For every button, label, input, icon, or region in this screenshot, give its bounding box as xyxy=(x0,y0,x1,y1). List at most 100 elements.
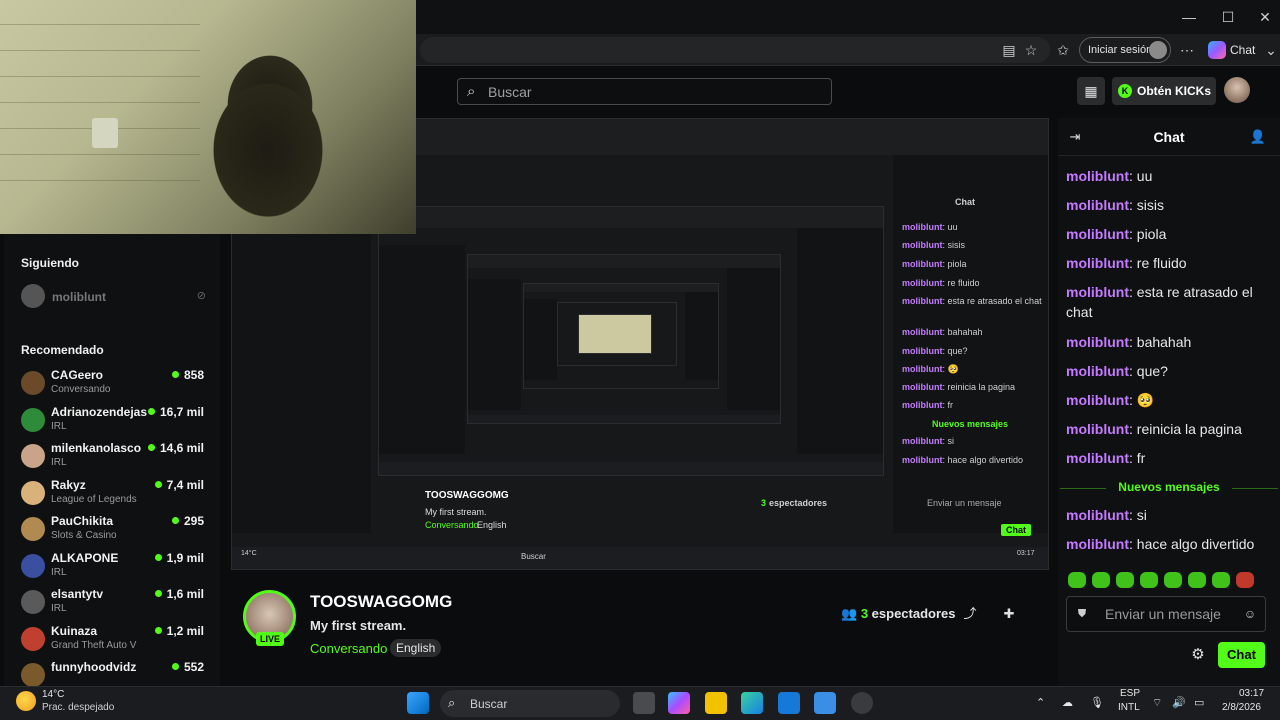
file-explorer-icon[interactable] xyxy=(705,692,727,714)
chat-username[interactable]: moliblunt xyxy=(1066,450,1129,466)
brick-line xyxy=(0,24,200,25)
chat-text: 🥺 xyxy=(1136,392,1155,408)
onedrive-icon[interactable]: ☁ xyxy=(1062,696,1073,709)
viewer-count: 1,9 mil xyxy=(154,551,204,565)
emote-icon[interactable] xyxy=(1188,572,1206,588)
edge-icon[interactable] xyxy=(741,692,763,714)
recommended-item[interactable]: Adrianozendejas IRL 16,7 mil xyxy=(21,405,211,439)
recommended-item[interactable]: Kuinaza Grand Theft Auto V 1,2 mil xyxy=(21,624,211,658)
chat-username[interactable]: moliblunt xyxy=(1066,226,1129,242)
shared-chat-username: moliblunt xyxy=(902,382,943,392)
chat-username[interactable]: moliblunt xyxy=(1066,392,1129,408)
share-icon[interactable]: ⤴ xyxy=(960,604,980,624)
task-view-icon[interactable] xyxy=(633,692,655,714)
emote-icon[interactable] xyxy=(1212,572,1230,588)
volume-icon[interactable]: 🔊 xyxy=(1172,696,1186,709)
shared-screen-taskbar xyxy=(232,546,1048,569)
outlook-icon[interactable] xyxy=(778,692,800,714)
emote-icon[interactable] xyxy=(1140,572,1158,588)
shared-chat-username: moliblunt xyxy=(902,364,943,374)
get-kicks-button[interactable]: K Obtén KICKs xyxy=(1112,77,1216,105)
battery-icon[interactable]: ▭ xyxy=(1194,696,1204,709)
start-icon[interactable] xyxy=(407,692,429,714)
chat-username[interactable]: moliblunt xyxy=(1066,197,1129,213)
channel-name[interactable]: TOOSWAGGOMG xyxy=(310,592,452,612)
favorites-icon[interactable]: ✩ xyxy=(1054,41,1072,59)
shared-chat-text: hace algo divertido xyxy=(947,455,1024,465)
chevron-up-icon[interactable]: ⌃ xyxy=(1036,696,1045,709)
shared-chat-message: moliblunt: bahahah xyxy=(902,327,983,337)
recommended-item[interactable]: ALKAPONE IRL 1,9 mil xyxy=(21,551,211,585)
stream-title: My first stream. xyxy=(310,618,407,633)
chevron-down-icon[interactable]: ⌄ xyxy=(1262,41,1280,59)
microphone-icon[interactable]: 🎙 xyxy=(1090,696,1104,709)
taskbar-search[interactable]: ⌕ Buscar xyxy=(440,690,620,717)
emote-icon[interactable] xyxy=(1092,572,1110,588)
gear-icon[interactable]: ⚙ xyxy=(1189,646,1207,664)
clock-date[interactable]: 2/8/2026 xyxy=(1222,702,1261,713)
language-tag[interactable]: English xyxy=(390,639,442,657)
channel-category: IRL xyxy=(51,457,67,468)
address-bar[interactable] xyxy=(420,37,1050,63)
copilot-button[interactable]: Chat xyxy=(1208,39,1255,61)
recommended-item[interactable]: milenkanolasco IRL 14,6 mil xyxy=(21,441,211,475)
chat-username[interactable]: moliblunt xyxy=(1066,536,1129,552)
emote-icon[interactable] xyxy=(1164,572,1182,588)
obs-icon[interactable] xyxy=(851,692,873,714)
emoji-icon[interactable]: ☺ xyxy=(1243,607,1257,621)
reader-mode-icon[interactable]: ▤ xyxy=(1000,41,1018,59)
chat-username[interactable]: moliblunt xyxy=(1066,255,1129,271)
chat-username[interactable]: moliblunt xyxy=(1066,284,1129,300)
search-input[interactable]: ⌕ Buscar xyxy=(457,78,832,105)
input-layout[interactable]: INTL xyxy=(1118,702,1140,713)
live-dot xyxy=(147,407,155,415)
signin-button[interactable]: Iniciar sesión xyxy=(1079,37,1171,63)
weather-icon[interactable] xyxy=(16,691,36,711)
recommended-item[interactable]: Rakyz League of Legends 7,4 mil xyxy=(21,478,211,512)
recommended-item[interactable]: PauChikita Slots & Casino 295 xyxy=(21,514,211,548)
chat-username[interactable]: moliblunt xyxy=(1066,421,1129,437)
send-chat-button[interactable]: Chat xyxy=(1218,642,1265,668)
avatar xyxy=(21,517,45,541)
wifi-icon[interactable]: ⌔ xyxy=(1152,696,1162,710)
input-language[interactable]: ESP xyxy=(1120,688,1140,699)
signin-label: Iniciar sesión xyxy=(1088,44,1153,56)
stream-category[interactable]: Conversando xyxy=(310,641,387,656)
shared-new-messages-label: Nuevos mensajes xyxy=(932,419,1009,429)
close-icon[interactable]: ✕ xyxy=(1250,8,1280,26)
recommended-item[interactable]: CAGeero Conversando 858 xyxy=(21,368,211,402)
live-dot xyxy=(171,663,179,670)
chat-username[interactable]: moliblunt xyxy=(1066,507,1129,523)
chat-username[interactable]: moliblunt xyxy=(1066,334,1129,350)
chat-message: moliblunt: sisis xyxy=(1066,197,1165,213)
chat-username[interactable]: moliblunt xyxy=(1066,168,1129,184)
chat-users-icon[interactable]: 👤 xyxy=(1249,128,1267,146)
chat-username[interactable]: moliblunt xyxy=(1066,363,1129,379)
chat-input[interactable]: ⛊ Enviar un mensaje ☺ xyxy=(1066,596,1266,632)
shared-screen-sidebar xyxy=(468,278,522,410)
viewer-number: 3 xyxy=(860,606,869,621)
chat-message: moliblunt: uu xyxy=(1066,168,1153,184)
avatar xyxy=(21,444,45,468)
maximize-icon[interactable]: ☐ xyxy=(1213,8,1243,26)
shared-screen-sidebar xyxy=(524,298,557,380)
follow-user-icon[interactable]: ✚ xyxy=(999,604,1019,624)
avatar xyxy=(21,553,45,578)
recommended-item[interactable]: elsantytv IRL 1,6 mil xyxy=(21,587,211,621)
channel-category: Grand Theft Auto V xyxy=(51,639,137,651)
clock-time[interactable]: 03:17 xyxy=(1239,688,1264,699)
more-options-icon[interactable]: ⋯ xyxy=(1178,41,1196,59)
divider-line xyxy=(1060,488,1106,489)
user-avatar[interactable] xyxy=(1224,77,1250,103)
copilot-icon[interactable] xyxy=(668,692,690,714)
emote-icon[interactable] xyxy=(1068,572,1086,588)
minimize-icon[interactable]: — xyxy=(1174,8,1204,26)
layout-toggle-button[interactable]: ▦ xyxy=(1077,77,1105,105)
favorite-star-icon[interactable]: ☆ xyxy=(1022,41,1040,59)
emote-icon[interactable] xyxy=(1236,572,1254,588)
emote-icon[interactable] xyxy=(1116,572,1134,588)
store-icon[interactable] xyxy=(814,692,836,714)
shared-chat-message: moliblunt: hace algo divertido xyxy=(902,455,1024,465)
viewer-count: 858 xyxy=(171,368,204,382)
following-item[interactable]: moliblunt ⊘ xyxy=(21,284,211,308)
